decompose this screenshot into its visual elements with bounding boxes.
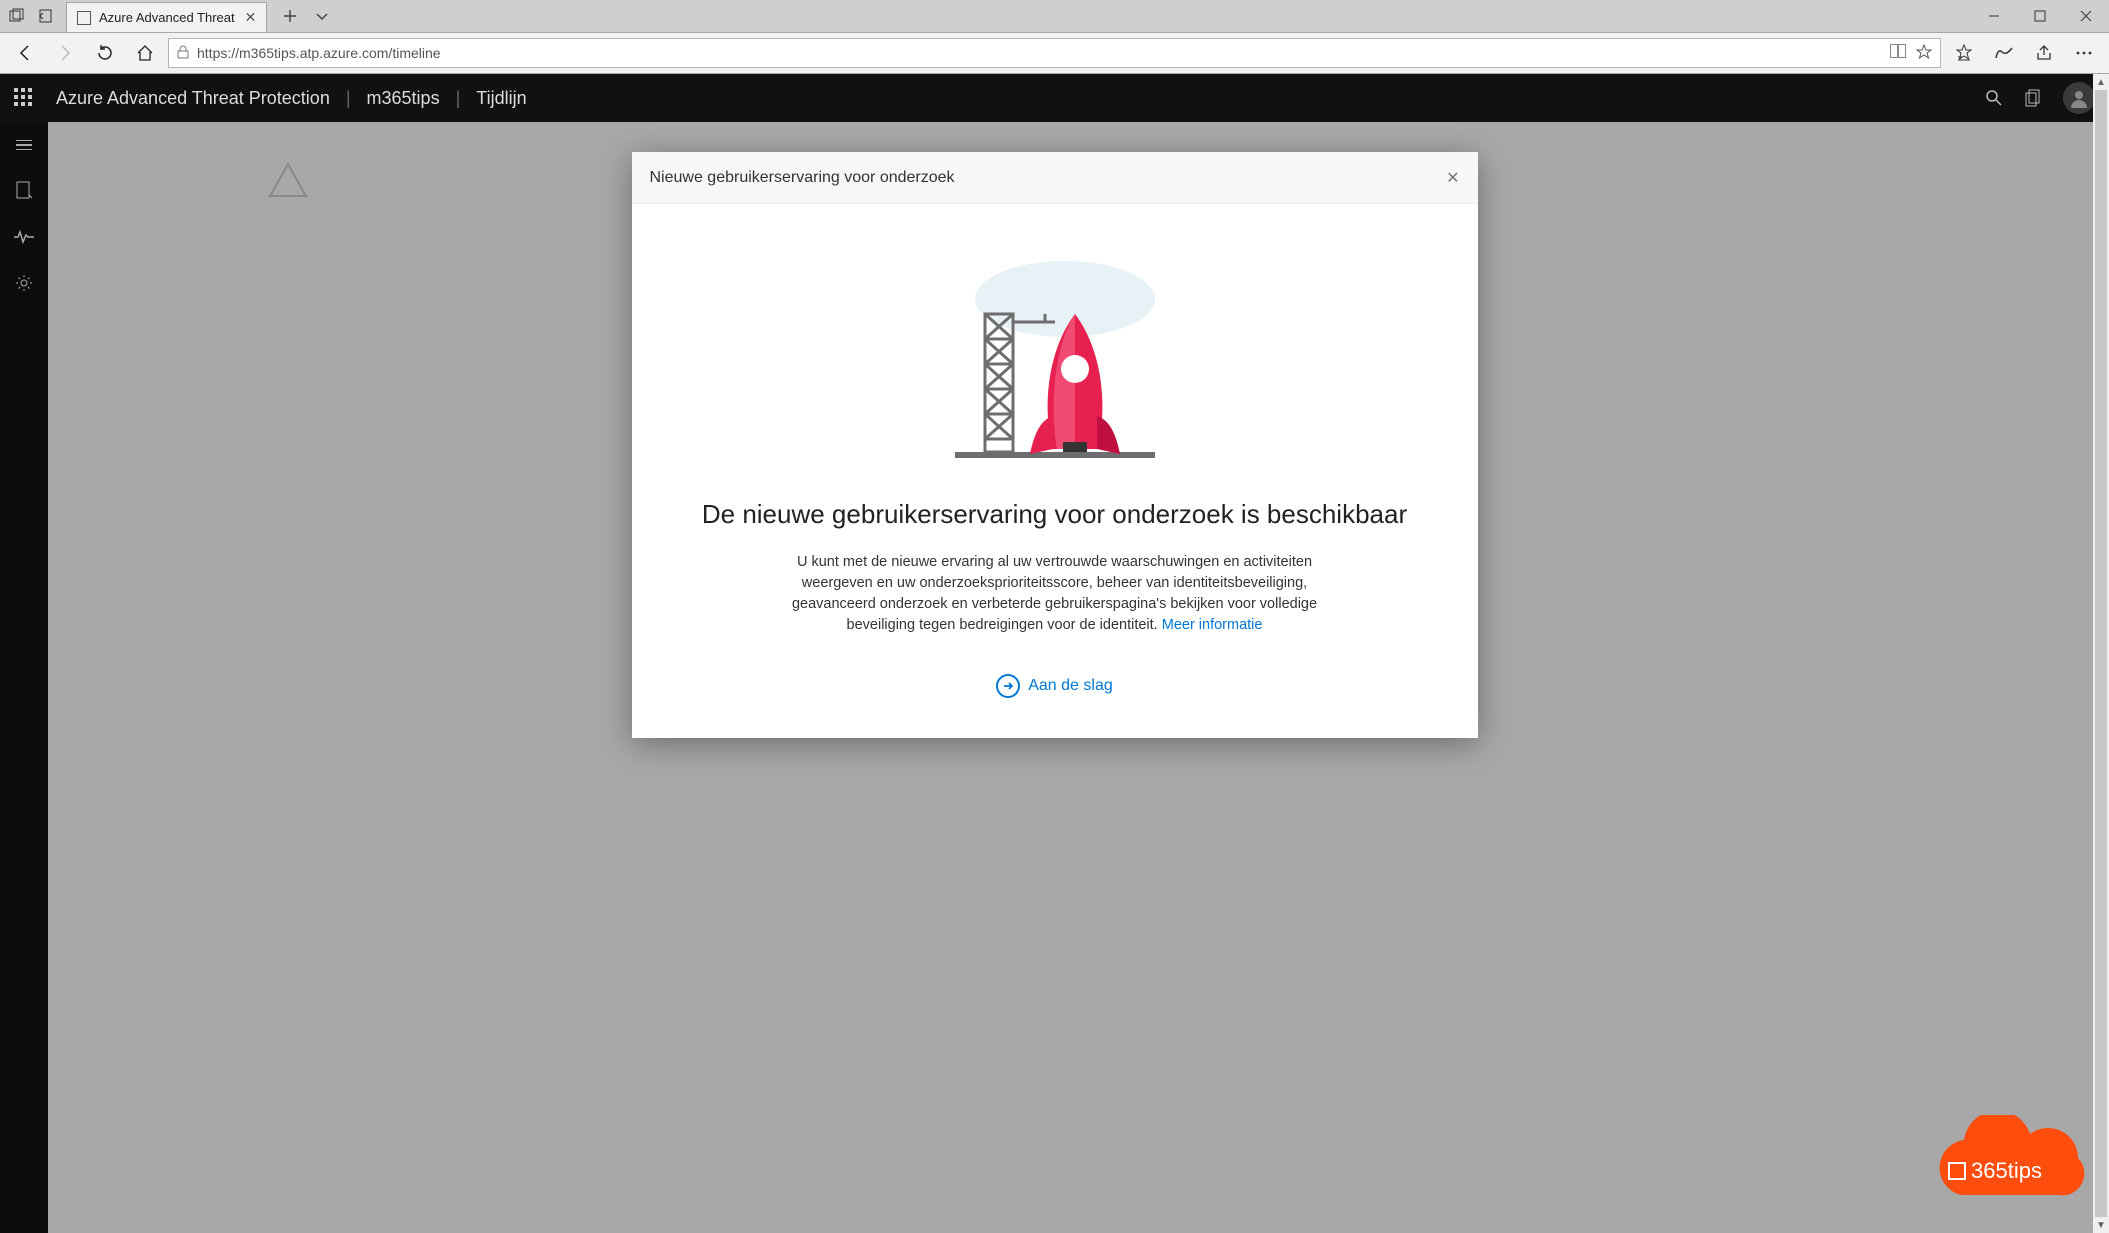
favorites-star-icon[interactable] [1916,44,1932,63]
arrow-circle-icon [996,674,1020,698]
set-aside-tabs-icon[interactable] [32,3,58,29]
tab-title: Azure Advanced Threat [99,10,235,25]
tab-dropdown-icon[interactable] [309,3,335,29]
share-icon[interactable] [2027,36,2061,70]
browser-tab-active[interactable]: Azure Advanced Threat ✕ [66,2,267,32]
window-close-button[interactable] [2063,0,2109,32]
more-button[interactable] [2067,36,2101,70]
page-icon [77,11,91,25]
lock-icon [177,45,189,62]
url-text: https://m365tips.atp.azure.com/timeline [197,45,441,61]
favorites-list-icon[interactable] [1947,36,1981,70]
onboarding-modal: Nieuwe gebruikerservaring voor onderzoek… [632,152,1478,738]
modal-title: Nieuwe gebruikerservaring voor onderzoek [650,169,955,187]
watermark-logo: 365tips [1921,1115,2091,1215]
address-bar[interactable]: https://m365tips.atp.azure.com/timeline [168,38,1941,68]
reading-view-icon[interactable] [1890,44,1906,63]
modal-body-text: U kunt met de nieuwe ervaring al uw vert… [775,552,1335,636]
notes-icon[interactable] [1987,36,2021,70]
tab-actions-icon[interactable] [4,3,30,29]
home-button[interactable] [128,36,162,70]
browser-toolbar: https://m365tips.atp.azure.com/timeline [0,32,2109,74]
window-minimize-button[interactable] [1971,0,2017,32]
forward-button[interactable] [48,36,82,70]
refresh-button[interactable] [88,36,122,70]
rocket-illustration [925,244,1185,464]
modal-learn-more-link[interactable]: Meer informatie [1162,617,1263,633]
modal-heading: De nieuwe gebruikerservaring voor onderz… [692,499,1418,530]
browser-tabbar: Azure Advanced Threat ✕ [0,0,2109,32]
modal-get-started-button[interactable]: Aan de slag [996,674,1113,698]
tab-close-icon[interactable]: ✕ [235,9,257,26]
modal-backdrop: Nieuwe gebruikerservaring voor onderzoek… [0,74,2109,1233]
window-maximize-button[interactable] [2017,0,2063,32]
svg-text:365tips: 365tips [1971,1158,2042,1183]
modal-cta-label: Aan de slag [1028,677,1113,695]
new-tab-button[interactable] [277,3,303,29]
back-button[interactable] [8,36,42,70]
modal-close-button[interactable]: ✕ [1446,168,1459,188]
